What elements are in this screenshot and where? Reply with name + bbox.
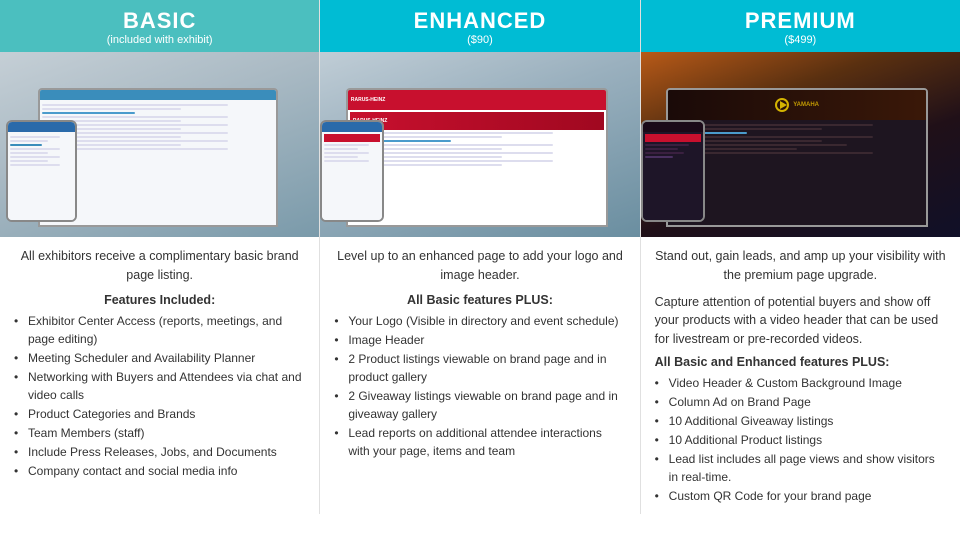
premium-features-title: All Basic and Enhanced features PLUS:: [655, 355, 946, 369]
basic-text-section: All exhibitors receive a complimentary b…: [0, 237, 319, 489]
list-item: Product Categories and Brands: [14, 405, 305, 423]
basic-badge: BASIC (included with exhibit): [0, 0, 319, 52]
premium-image: YAMAHA: [641, 52, 960, 237]
premium-laptop: YAMAHA: [666, 88, 928, 227]
list-item: Image Header: [334, 331, 625, 349]
basic-features-list: Exhibitor Center Access (reports, meetin…: [14, 312, 305, 480]
list-item: Custom QR Code for your brand page: [655, 487, 946, 505]
premium-badge: PREMIUM ($499): [641, 0, 960, 52]
list-item: 10 Additional Giveaway listings: [655, 412, 946, 430]
basic-intro: All exhibitors receive a complimentary b…: [14, 247, 305, 285]
pricing-container: BASIC (included with exhibit): [0, 0, 960, 514]
basic-mock-screen: [0, 52, 319, 237]
list-item: 2 Giveaway listings viewable on brand pa…: [334, 387, 625, 423]
list-item: Networking with Buyers and Attendees via…: [14, 368, 305, 404]
premium-intro2: Capture attention of potential buyers an…: [655, 293, 946, 349]
enhanced-badge: ENHANCED ($90): [320, 0, 639, 52]
basic-subtitle: (included with exhibit): [10, 34, 309, 46]
premium-features-list: Video Header & Custom Background Image C…: [655, 374, 946, 505]
enhanced-text-section: Level up to an enhanced page to add your…: [320, 237, 639, 469]
enhanced-phone: [320, 120, 384, 222]
list-item: 2 Product listings viewable on brand pag…: [334, 350, 625, 386]
list-item: Video Header & Custom Background Image: [655, 374, 946, 392]
basic-title: BASIC: [10, 8, 309, 34]
premium-mock-screen: YAMAHA: [641, 52, 960, 237]
enhanced-intro: Level up to an enhanced page to add your…: [334, 247, 625, 285]
premium-intro: Stand out, gain leads, and amp up your v…: [655, 247, 946, 285]
list-item: 10 Additional Product listings: [655, 431, 946, 449]
basic-image: [0, 52, 319, 237]
premium-phone: [641, 120, 705, 222]
basic-column: BASIC (included with exhibit): [0, 0, 320, 514]
enhanced-column: ENHANCED ($90) RARUS-HEINZ RARUS-HEINZ: [320, 0, 640, 514]
enhanced-title: ENHANCED: [330, 8, 629, 34]
enhanced-mock-screen: RARUS-HEINZ RARUS-HEINZ: [320, 52, 639, 237]
list-item: Column Ad on Brand Page: [655, 393, 946, 411]
enhanced-image: RARUS-HEINZ RARUS-HEINZ: [320, 52, 639, 237]
list-item: Include Press Releases, Jobs, and Docume…: [14, 443, 305, 461]
premium-subtitle: ($499): [651, 34, 950, 46]
list-item: Meeting Scheduler and Availability Plann…: [14, 349, 305, 367]
premium-title: PREMIUM: [651, 8, 950, 34]
enhanced-features-title: All Basic features PLUS:: [334, 293, 625, 307]
premium-text-section: Stand out, gain leads, and amp up your v…: [641, 237, 960, 514]
list-item: Company contact and social media info: [14, 462, 305, 480]
premium-column: PREMIUM ($499) YAMAHA: [641, 0, 960, 514]
enhanced-subtitle: ($90): [330, 34, 629, 46]
list-item: Your Logo (Visible in directory and even…: [334, 312, 625, 330]
enhanced-features-list: Your Logo (Visible in directory and even…: [334, 312, 625, 460]
basic-features-title: Features Included:: [14, 293, 305, 307]
basic-phone: [6, 120, 76, 222]
list-item: Lead list includes all page views and sh…: [655, 450, 946, 486]
list-item: Exhibitor Center Access (reports, meetin…: [14, 312, 305, 348]
enhanced-laptop: RARUS-HEINZ RARUS-HEINZ: [346, 88, 608, 227]
list-item: Team Members (staff): [14, 424, 305, 442]
list-item: Lead reports on additional attendee inte…: [334, 424, 625, 460]
